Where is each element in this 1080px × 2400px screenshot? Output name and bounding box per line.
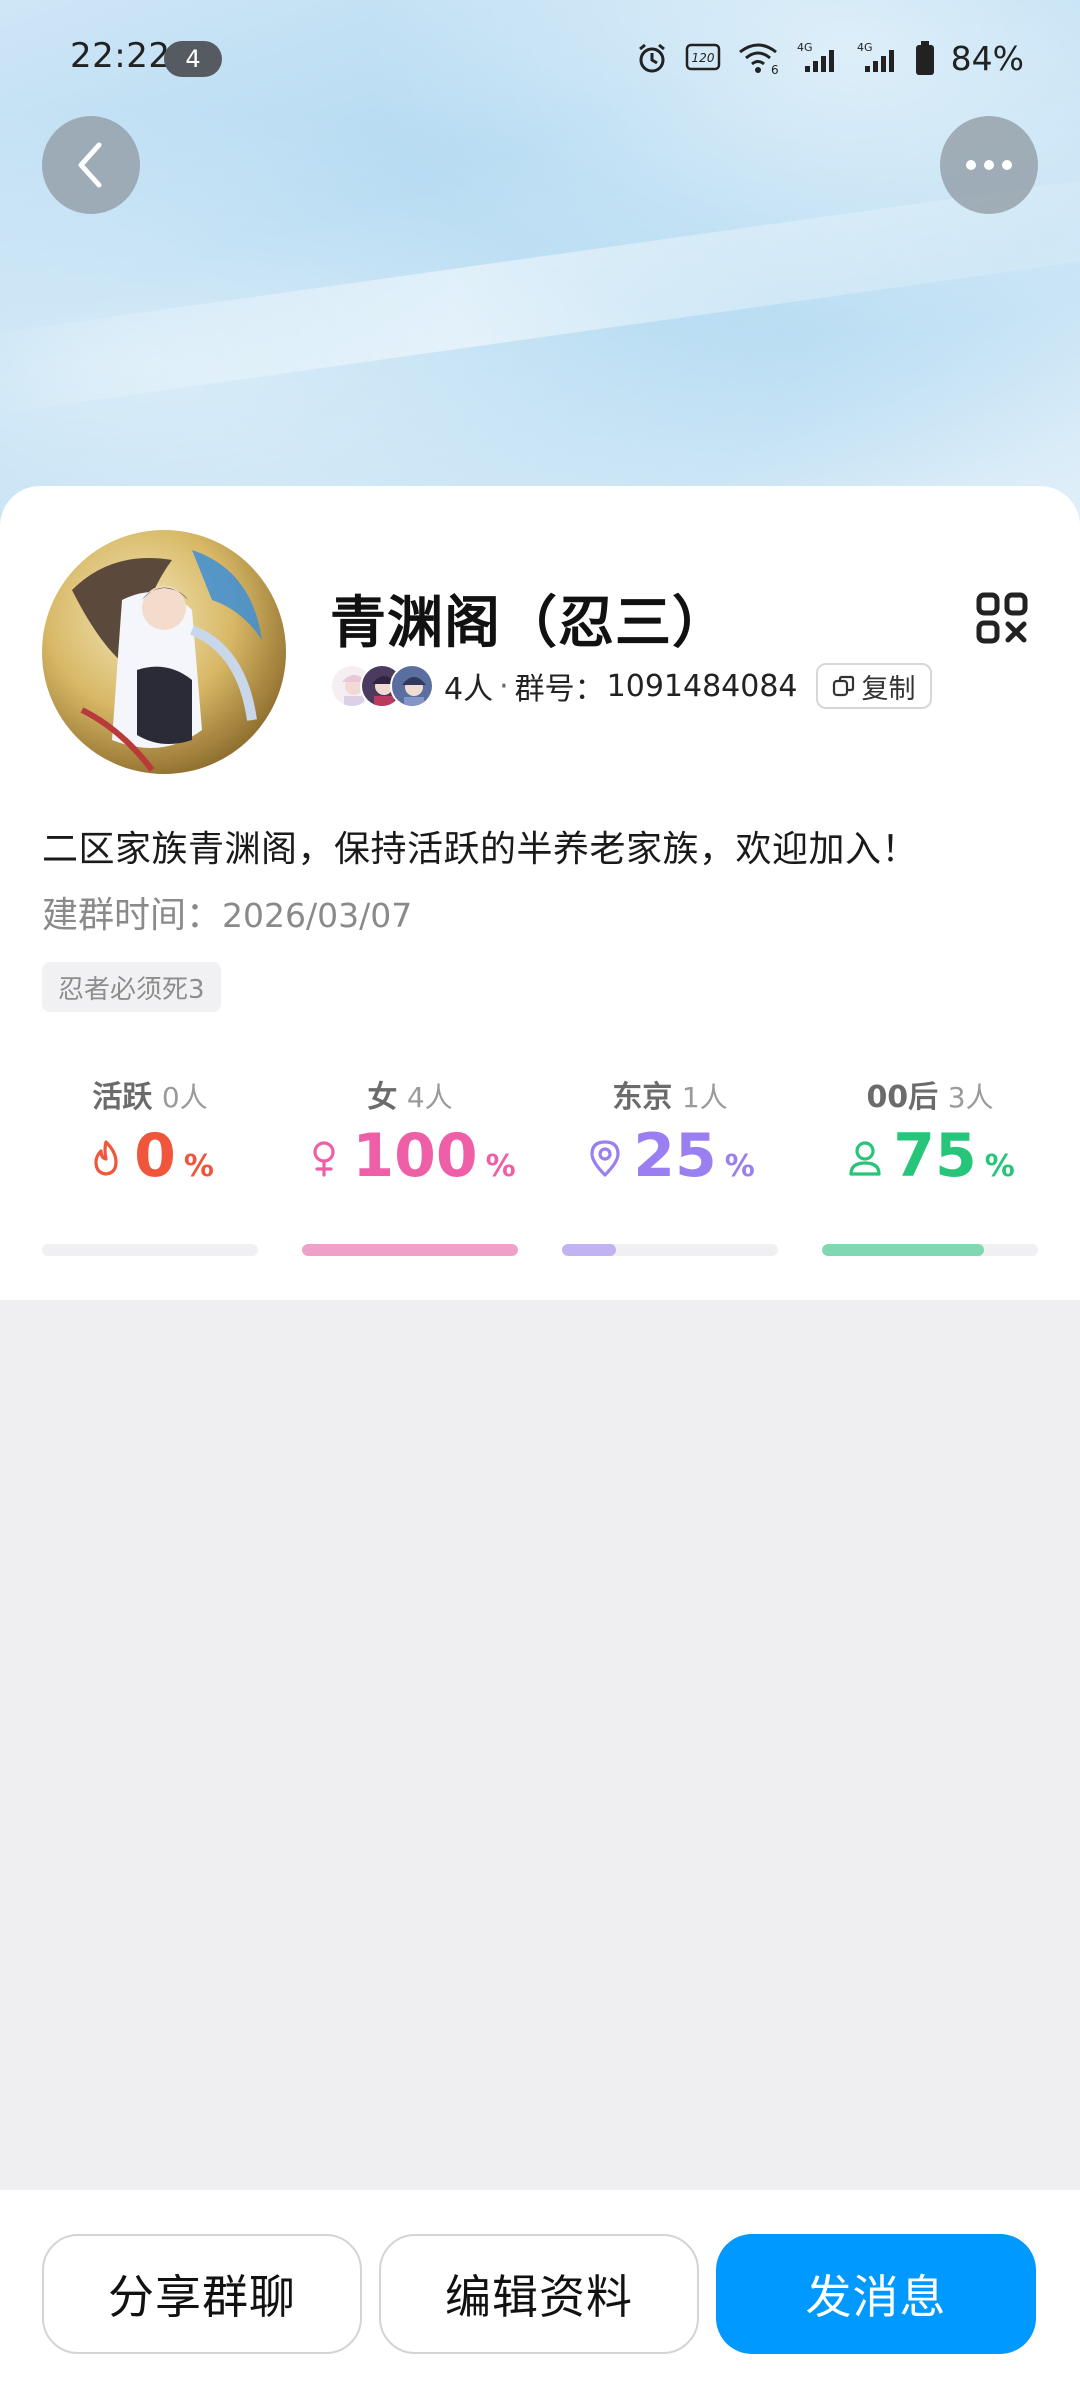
separator-dot: · [499, 668, 509, 704]
stat-value: 0 % [42, 1126, 258, 1186]
status-icons: 120 6 4G 4G 84% [635, 36, 1024, 80]
group-meta-row: 4人 · 群号： 1091484084 复制 [330, 660, 932, 712]
person-icon [849, 1141, 881, 1176]
refresh-rate-icon: 120 [685, 41, 721, 75]
member-avatars[interactable] [330, 664, 434, 708]
status-time: 22:22 [70, 36, 171, 76]
banner-decoration [0, 159, 1080, 421]
stat-active: 活跃 0人 0 % [42, 1072, 258, 1262]
stat-header: 活跃 0人 [42, 1072, 258, 1116]
stat-value: 100 % [302, 1126, 518, 1186]
network-2-label: 4G [857, 41, 873, 54]
group-description: 二区家族青渊阁，保持活跃的半养老家族，欢迎加入！ [42, 829, 919, 870]
more-dots-icon [966, 160, 1012, 170]
created-label: 建群时间： [42, 895, 223, 936]
qr-code-icon [976, 592, 1028, 644]
svg-text:120: 120 [691, 51, 714, 65]
member-count: 4人 [444, 672, 494, 707]
stat-progress-bar [302, 1244, 518, 1256]
battery-icon [915, 40, 935, 76]
battery-percent: 84% [950, 38, 1024, 78]
stat-progress-fill [562, 1244, 616, 1256]
flame-icon [94, 1140, 118, 1176]
signal-1-icon: 4G [795, 40, 839, 76]
qr-code-button[interactable] [976, 592, 1028, 644]
signal-2-icon: 4G [855, 40, 899, 76]
stat-label: 00后 [866, 1080, 939, 1115]
network-1-label: 4G [797, 41, 813, 54]
stat-label: 东京 [612, 1080, 673, 1115]
group-name: 青渊阁（忍三） [330, 591, 729, 656]
stat-value: 75 % [822, 1126, 1038, 1186]
status-bar: 22:22 4 120 6 4G 4G 84% [0, 0, 1080, 120]
stat-progress-fill [822, 1244, 984, 1256]
wifi-icon: 6 [737, 40, 779, 76]
stat-progress-fill [302, 1244, 518, 1256]
stat-age: 00后 3人 75 % [822, 1072, 1038, 1262]
stat-number: 100 [352, 1121, 478, 1191]
location-pin-icon [590, 1140, 620, 1177]
stat-count: 4人 [406, 1081, 453, 1114]
stat-percent-sign: % [183, 1149, 214, 1184]
stat-number: 0 [134, 1121, 176, 1191]
copy-label: 复制 [861, 673, 916, 705]
stat-label: 活跃 [92, 1080, 153, 1115]
female-icon [313, 1141, 335, 1177]
stat-percent-sign: % [724, 1149, 755, 1184]
notification-badge: 4 [164, 41, 222, 77]
copy-button[interactable]: 复制 [815, 663, 932, 709]
stat-label: 女 [367, 1080, 398, 1115]
stat-progress-bar [822, 1244, 1038, 1256]
more-button[interactable] [940, 116, 1038, 214]
stat-header: 女 4人 [302, 1072, 518, 1116]
stat-value: 25 % [562, 1126, 778, 1186]
group-id-label: 群号： [514, 672, 605, 707]
group-id: 1091484084 [606, 668, 798, 704]
stat-number: 75 [893, 1121, 977, 1191]
chevron-left-icon [78, 142, 102, 188]
stat-number: 25 [633, 1121, 717, 1191]
back-button[interactable] [42, 116, 140, 214]
created-time-row: 建群时间：2026/03/07 [42, 886, 412, 938]
svg-text:6: 6 [771, 63, 779, 76]
member-avatar [390, 664, 434, 708]
stat-progress-bar [42, 1244, 258, 1256]
stat-count: 1人 [681, 1081, 728, 1114]
edit-profile-button[interactable]: 编辑资料 [379, 2234, 699, 2354]
stat-location: 东京 1人 25 % [562, 1072, 778, 1262]
bottom-action-bar: 分享群聊 编辑资料 发消息 [0, 2190, 1080, 2400]
stat-count: 0人 [161, 1081, 208, 1114]
alarm-icon [635, 41, 669, 75]
group-avatar[interactable] [42, 530, 286, 774]
group-stats: 活跃 0人 0 % 女 4人 100 % 东京 1人 25 % 00后 3人 7… [42, 1072, 1038, 1262]
group-tag[interactable]: 忍者必须死3 [42, 962, 221, 1012]
stat-progress-bar [562, 1244, 778, 1256]
stat-count: 3人 [947, 1081, 994, 1114]
created-date: 2026/03/07 [222, 896, 413, 935]
stat-header: 00后 3人 [822, 1072, 1038, 1116]
stat-female: 女 4人 100 % [302, 1072, 518, 1262]
stat-header: 东京 1人 [562, 1072, 778, 1116]
share-group-button[interactable]: 分享群聊 [42, 2234, 362, 2354]
copy-icon [832, 675, 854, 697]
stat-percent-sign: % [984, 1149, 1015, 1184]
stat-percent-sign: % [485, 1149, 516, 1184]
group-info-card: 青渊阁（忍三） 4人 · 群号： 1091484084 复制 二区家族青渊阁，保… [0, 486, 1080, 1300]
send-message-button[interactable]: 发消息 [716, 2234, 1036, 2354]
